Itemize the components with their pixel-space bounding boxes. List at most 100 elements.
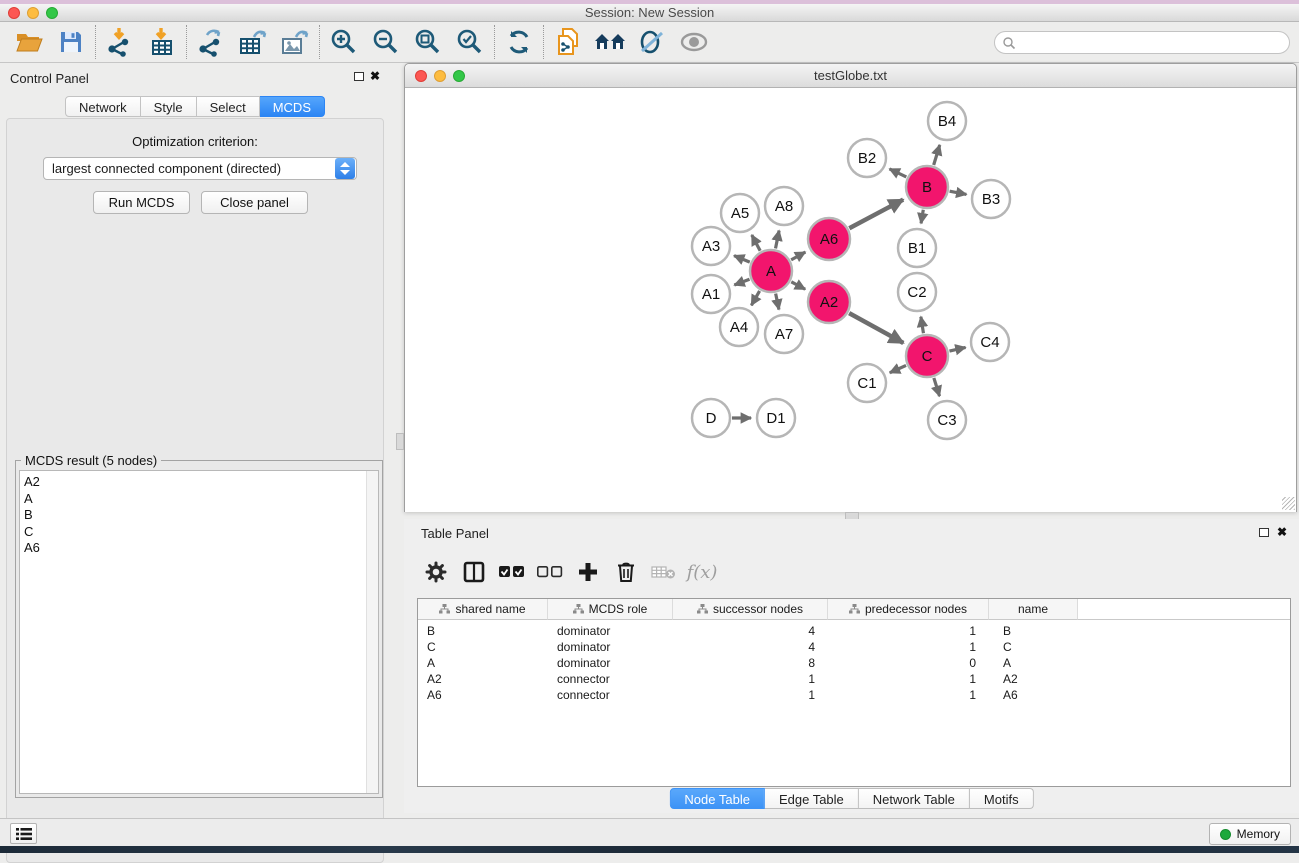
column-header-MCDS-role[interactable]: MCDS role [548, 599, 673, 620]
edge-C-C1[interactable] [890, 365, 906, 372]
cell-shared-name[interactable]: A2 [418, 672, 548, 686]
graphics-details-button[interactable] [631, 24, 673, 60]
edge-A-A6[interactable] [791, 252, 805, 260]
table-row[interactable]: Adominator80A [418, 655, 1290, 671]
cell-predecessor-nodes[interactable]: 1 [828, 640, 989, 654]
open-session-button[interactable] [8, 24, 50, 60]
table-row[interactable]: Bdominator41B [418, 623, 1290, 639]
delete-column-button[interactable] [607, 554, 645, 590]
cell-shared-name[interactable]: C [418, 640, 548, 654]
select-all-button[interactable] [493, 554, 531, 590]
delete-table-button[interactable] [645, 554, 683, 590]
close-network-button[interactable] [415, 70, 427, 82]
cell-MCDS-role[interactable]: connector [548, 688, 673, 702]
cell-successor-nodes[interactable]: 1 [673, 688, 828, 702]
edge-A-A3[interactable] [734, 256, 750, 263]
mcds-result-list[interactable]: A2ABCA6 [19, 470, 379, 794]
cell-successor-nodes[interactable]: 4 [673, 640, 828, 654]
show-hide-panels-button[interactable] [673, 24, 715, 60]
export-network-button[interactable] [190, 24, 232, 60]
vertical-divider-grip[interactable] [396, 433, 404, 450]
result-list-item[interactable]: A [24, 491, 378, 508]
cell-name[interactable]: C [989, 640, 1078, 654]
tab-mcds[interactable]: MCDS [260, 96, 325, 117]
result-list-item[interactable]: B [24, 507, 378, 524]
cell-MCDS-role[interactable]: dominator [548, 624, 673, 638]
edge-B-B2[interactable] [890, 169, 907, 177]
result-scrollbar[interactable] [366, 471, 378, 793]
table-settings-button[interactable] [417, 554, 455, 590]
cell-MCDS-role[interactable]: connector [548, 672, 673, 686]
close-table-panel-icon[interactable]: ✖ [1277, 525, 1287, 539]
tab-motifs[interactable]: Motifs [970, 788, 1034, 809]
home-button[interactable] [589, 24, 631, 60]
minimize-network-button[interactable] [434, 70, 446, 82]
cell-predecessor-nodes[interactable]: 1 [828, 688, 989, 702]
show-columns-button[interactable] [455, 554, 493, 590]
column-header-shared-name[interactable]: shared name [418, 599, 548, 620]
edge-A-A5[interactable] [752, 235, 760, 251]
edge-A6-B[interactable] [849, 200, 903, 229]
edge-A-A7[interactable] [776, 294, 779, 310]
cell-successor-nodes[interactable]: 4 [673, 624, 828, 638]
zoom-selected-button[interactable] [449, 24, 491, 60]
float-table-panel-icon[interactable] [1259, 528, 1269, 537]
export-table-button[interactable] [232, 24, 274, 60]
export-image-button[interactable] [274, 24, 316, 60]
search-input[interactable] [1016, 34, 1289, 52]
cell-successor-nodes[interactable]: 8 [673, 656, 828, 670]
cell-name[interactable]: A2 [989, 672, 1078, 686]
zoom-fit-button[interactable] [407, 24, 449, 60]
edge-C-C4[interactable] [949, 347, 965, 351]
add-column-button[interactable] [569, 554, 607, 590]
import-table-button[interactable] [141, 24, 183, 60]
table-row[interactable]: A2connector11A2 [418, 671, 1290, 687]
edge-A2-C[interactable] [849, 313, 903, 343]
column-header-successor-nodes[interactable]: successor nodes [673, 599, 828, 620]
edge-B-B3[interactable] [950, 191, 967, 194]
run-mcds-button[interactable]: Run MCDS [93, 191, 190, 214]
cell-shared-name[interactable]: A [418, 656, 548, 670]
cell-predecessor-nodes[interactable]: 0 [828, 656, 989, 670]
cell-MCDS-role[interactable]: dominator [548, 640, 673, 654]
clone-network-button[interactable] [547, 24, 589, 60]
cell-successor-nodes[interactable]: 1 [673, 672, 828, 686]
network-window-titlebar[interactable]: testGlobe.txt [405, 64, 1296, 88]
cell-MCDS-role[interactable]: dominator [548, 656, 673, 670]
zoom-network-button[interactable] [453, 70, 465, 82]
tab-style[interactable]: Style [141, 96, 197, 117]
edge-A-A1[interactable] [734, 279, 749, 285]
cell-name[interactable]: A6 [989, 688, 1078, 702]
cell-predecessor-nodes[interactable]: 1 [828, 672, 989, 686]
cell-name[interactable]: B [989, 624, 1078, 638]
edge-A-A4[interactable] [751, 291, 759, 305]
cell-shared-name[interactable]: A6 [418, 688, 548, 702]
minimize-window-button[interactable] [27, 7, 39, 19]
result-list-item[interactable]: C [24, 524, 378, 541]
network-canvas[interactable]: B4B2BB3A8A5A6A3B1AC2A1A2A4A7C4CC1DD1C3 [405, 89, 1296, 512]
edge-C-C3[interactable] [934, 378, 940, 396]
memory-button[interactable]: Memory [1209, 823, 1291, 845]
cell-shared-name[interactable]: B [418, 624, 548, 638]
tab-network-table[interactable]: Network Table [859, 788, 970, 809]
apply-layout-button[interactable] [498, 24, 540, 60]
close-panel-button[interactable]: Close panel [201, 191, 308, 214]
optimization-dropdown[interactable]: largest connected component (directed) [43, 157, 357, 180]
float-panel-icon[interactable] [354, 72, 364, 81]
tab-edge-table[interactable]: Edge Table [765, 788, 859, 809]
close-panel-icon[interactable]: ✖ [370, 69, 380, 83]
tab-node-table[interactable]: Node Table [669, 788, 765, 809]
task-history-button[interactable] [10, 823, 37, 844]
table-row[interactable]: Cdominator41C [418, 639, 1290, 655]
result-list-item[interactable]: A6 [24, 540, 378, 557]
save-session-button[interactable] [50, 24, 92, 60]
close-window-button[interactable] [8, 7, 20, 19]
zoom-out-button[interactable] [365, 24, 407, 60]
cell-name[interactable]: A [989, 656, 1078, 670]
import-network-button[interactable] [99, 24, 141, 60]
function-builder-button[interactable]: f(x) [683, 554, 721, 590]
resize-grip-icon[interactable] [1282, 497, 1295, 510]
edge-B-B1[interactable] [921, 210, 923, 224]
zoom-in-button[interactable] [323, 24, 365, 60]
column-header-predecessor-nodes[interactable]: predecessor nodes [828, 599, 989, 620]
